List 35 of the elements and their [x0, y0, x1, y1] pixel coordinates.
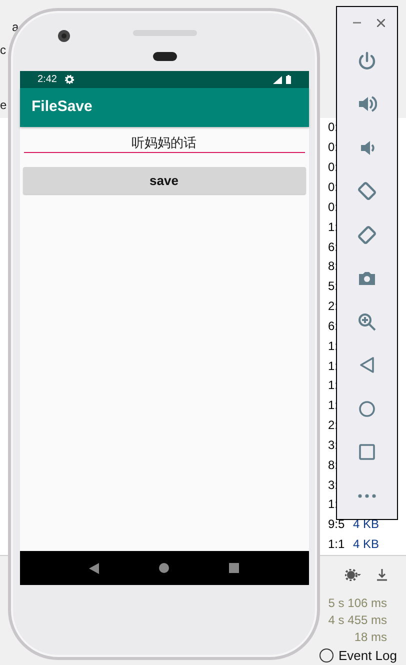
back-icon[interactable]	[357, 355, 377, 376]
settings-icon[interactable]	[345, 569, 361, 582]
overview-icon[interactable]	[357, 442, 377, 462]
volume-up-icon[interactable]	[357, 94, 377, 114]
download-icon[interactable]	[377, 568, 387, 582]
status-icon	[319, 648, 334, 663]
app-title: FileSave	[20, 88, 308, 127]
home-icon[interactable]	[158, 563, 169, 573]
close-icon[interactable]	[377, 19, 385, 27]
settings-icon	[64, 74, 74, 84]
save-button[interactable]: save	[22, 167, 306, 194]
timing-text: 4 s 455 ms	[328, 612, 387, 628]
status-time: 2:42	[38, 73, 57, 87]
text-fragment: c	[0, 42, 6, 58]
zoom-icon[interactable]	[357, 312, 377, 332]
back-icon[interactable]	[89, 562, 100, 574]
battery-icon	[286, 75, 290, 84]
power-icon[interactable]	[357, 50, 377, 71]
timing-text: 18 ms	[354, 628, 387, 646]
home-icon[interactable]	[357, 398, 377, 419]
rotate-left-icon[interactable]	[357, 181, 377, 202]
text-fragment: e	[0, 97, 7, 113]
signal-icon	[272, 76, 282, 84]
event-log-tab[interactable]: Event Log	[338, 646, 397, 665]
minimize-icon[interactable]	[353, 22, 361, 24]
time-cell-text: 9:5	[328, 516, 346, 534]
timing-text: 5 s 106 ms	[328, 594, 387, 612]
rotate-right-icon[interactable]	[357, 224, 377, 245]
overview-icon[interactable]	[228, 563, 239, 573]
camera-icon	[57, 29, 71, 43]
earpiece	[153, 52, 177, 61]
text-field[interactable]: 听妈妈的话	[24, 133, 304, 153]
time-cell-text: 1:1	[328, 536, 346, 554]
size-cell-text: 4 KB	[353, 536, 380, 554]
size-cell-text: 4 KB	[353, 516, 380, 534]
